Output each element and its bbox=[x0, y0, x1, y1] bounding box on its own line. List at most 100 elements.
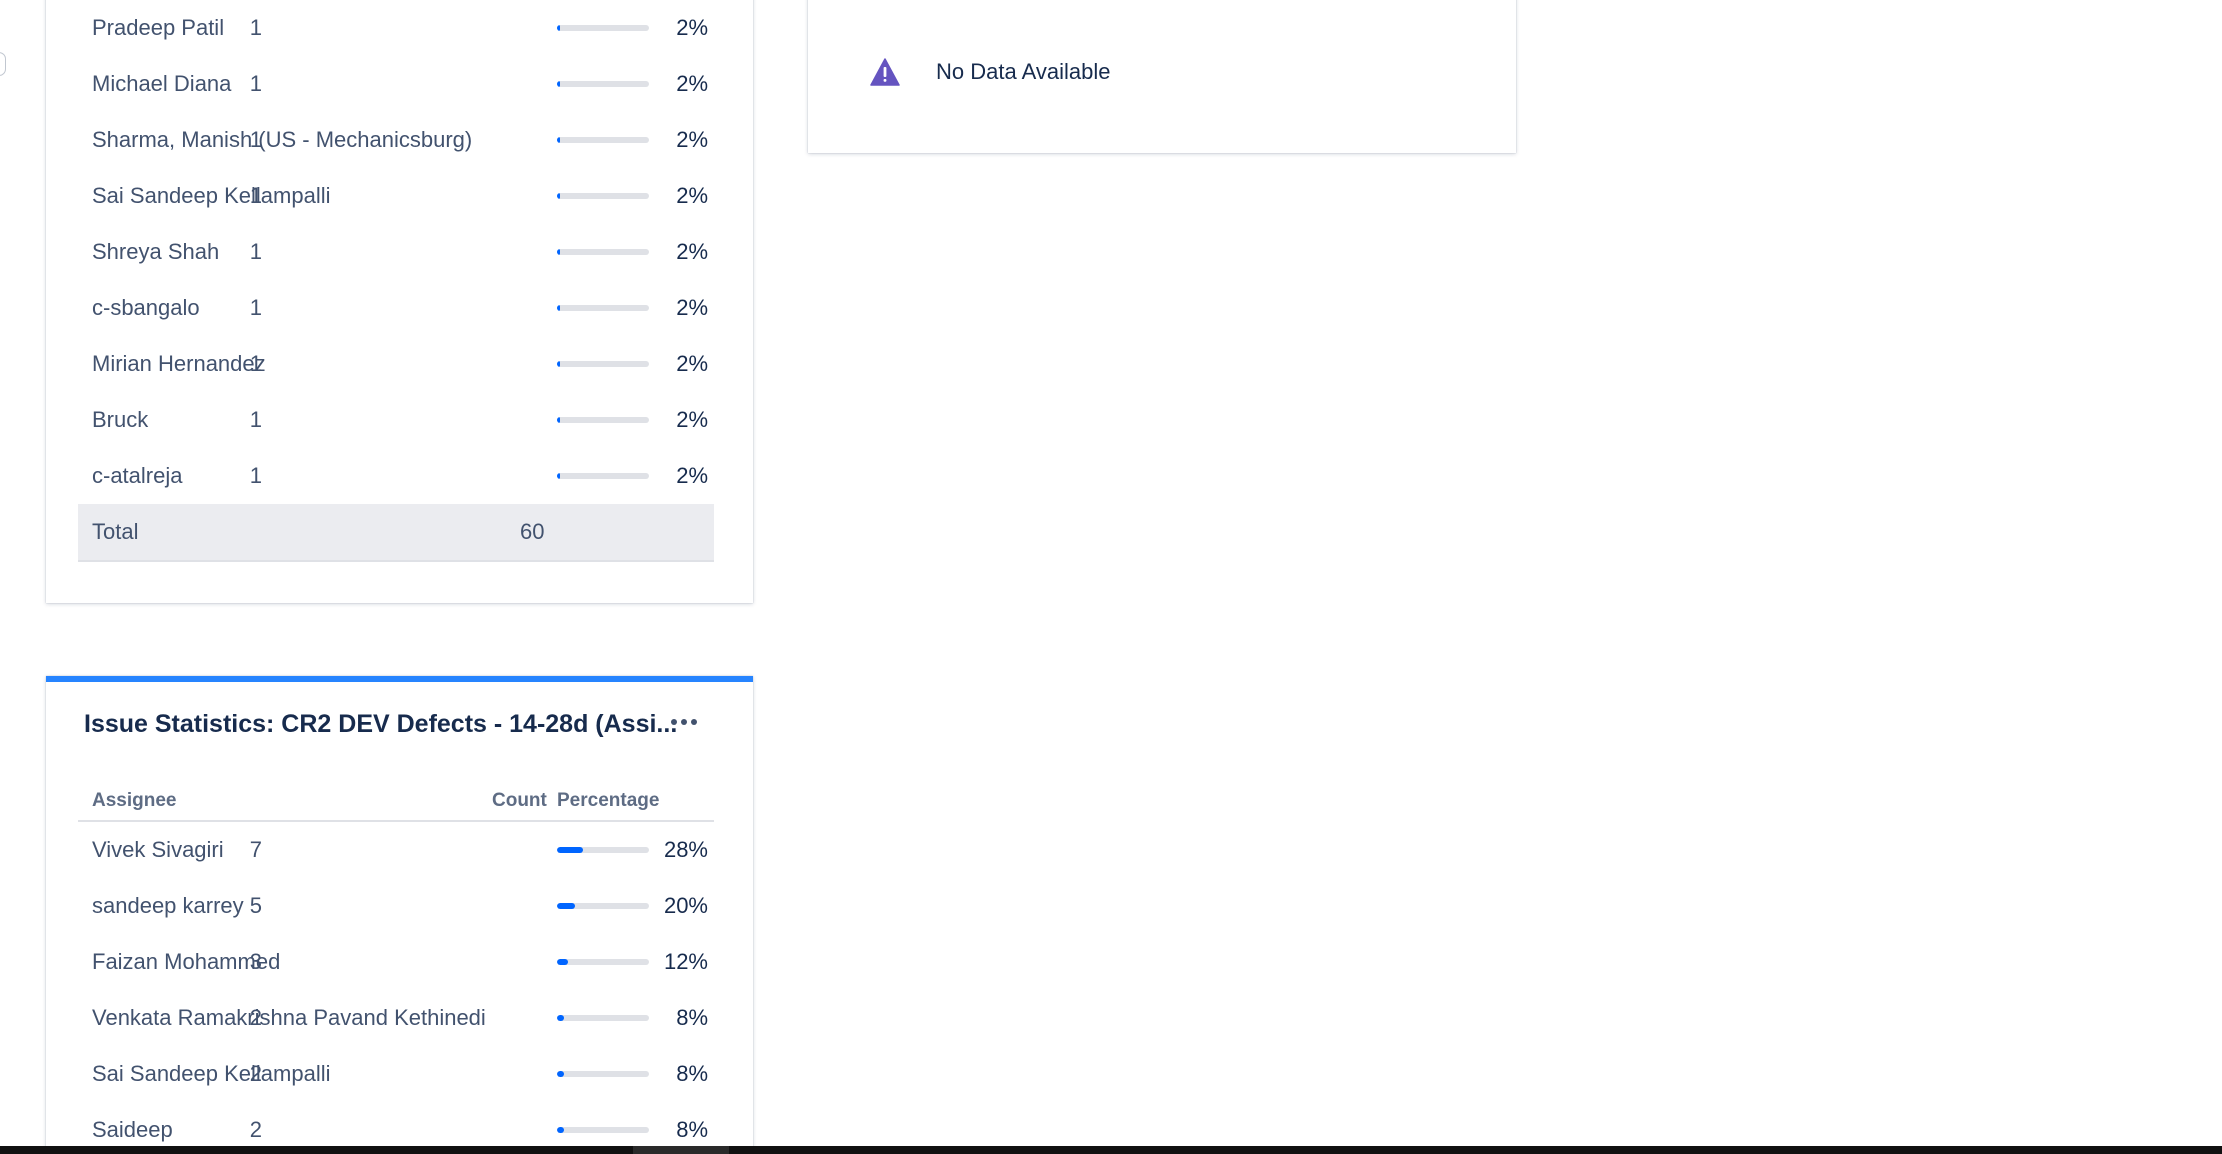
assignee-name[interactable]: Vivek Sivagiri bbox=[92, 837, 224, 863]
percentage-value: 2% bbox=[676, 71, 708, 96]
issue-count[interactable]: 2 bbox=[250, 1117, 262, 1143]
percentage-bar-fill bbox=[557, 81, 560, 87]
percentage-bar bbox=[557, 1127, 649, 1133]
assignee-name[interactable]: Venkata Ramakrishna Pavand Kethinedi bbox=[92, 1005, 486, 1031]
issue-count[interactable]: 1 bbox=[250, 183, 262, 209]
percentage-value: 2% bbox=[676, 183, 708, 208]
assignee-name[interactable]: Sai Sandeep Kellampalli bbox=[92, 1061, 331, 1087]
percentage-bar bbox=[557, 249, 649, 255]
more-actions-icon-dot bbox=[691, 719, 697, 725]
scrollbar-thumb[interactable] bbox=[633, 1146, 729, 1154]
issue-count[interactable]: 5 bbox=[250, 893, 262, 919]
percentage-bar-fill bbox=[557, 193, 560, 199]
percentage-bar bbox=[557, 473, 649, 479]
percentage-bar bbox=[557, 25, 649, 31]
assignee-name[interactable]: Bruck bbox=[92, 407, 148, 433]
sidebar-collapse-handle[interactable] bbox=[0, 52, 6, 76]
no-data-text: No Data Available bbox=[936, 59, 1111, 84]
issue-count[interactable]: 1 bbox=[250, 463, 262, 489]
percentage-bar bbox=[557, 1015, 649, 1021]
percentage-bar-fill bbox=[557, 361, 560, 367]
issue-count[interactable]: 1 bbox=[250, 15, 262, 41]
assignee-name[interactable]: Michael Diana bbox=[92, 71, 231, 97]
table-row: Faizan Mohammed 3 12% bbox=[78, 934, 714, 990]
percentage-bar-fill bbox=[557, 1015, 565, 1021]
no-data-message: No Data Available bbox=[870, 58, 1111, 86]
percentage-value: 8% bbox=[676, 1117, 708, 1142]
percentage-bar bbox=[557, 903, 649, 909]
column-header-count[interactable]: Count bbox=[492, 790, 547, 812]
table-row: Sharma, Manish (US - Mechanicsburg) 1 2% bbox=[78, 112, 714, 168]
more-actions-button[interactable] bbox=[664, 704, 704, 740]
percentage-bar bbox=[557, 81, 649, 87]
total-count: 60 bbox=[520, 519, 545, 544]
percentage-bar-fill bbox=[557, 1127, 565, 1133]
total-label: Total bbox=[92, 519, 139, 544]
assignee-name[interactable]: Mirian Hernandez bbox=[92, 351, 266, 377]
assignee-name[interactable]: Sai Sandeep Kellampalli bbox=[92, 183, 331, 209]
stats-table-cr2: Assignee Count Percentage Vivek Sivagiri… bbox=[78, 774, 714, 1154]
stats-table-body: Pradeep Patil 1 2% Michael Diana 1 2% Sharma, … bbox=[78, 0, 714, 504]
assignee-name[interactable]: Saideep bbox=[92, 1117, 173, 1143]
percentage-bar bbox=[557, 1071, 649, 1077]
assignee-name[interactable]: sandeep karrey bbox=[92, 893, 244, 919]
table-row: sandeep karrey 5 20% bbox=[78, 878, 714, 934]
issue-count[interactable]: 3 bbox=[250, 949, 262, 975]
assignee-name[interactable]: Pradeep Patil bbox=[92, 15, 224, 41]
warning-icon bbox=[870, 58, 900, 86]
percentage-bar-fill bbox=[557, 847, 583, 853]
percentage-value: 2% bbox=[676, 15, 708, 40]
horizontal-scrollbar[interactable] bbox=[0, 1146, 2222, 1154]
issue-statistics-gadget-top: Pradeep Patil 1 2% Michael Diana 1 2% Sharma, … bbox=[46, 0, 753, 603]
percentage-bar bbox=[557, 137, 649, 143]
issue-count[interactable]: 7 bbox=[250, 837, 262, 863]
total-row: Total 60 bbox=[78, 504, 714, 562]
percentage-value: 28% bbox=[663, 837, 708, 862]
percentage-bar-fill bbox=[557, 417, 560, 423]
assignee-name[interactable]: Shreya Shah bbox=[92, 239, 219, 265]
issue-count[interactable]: 1 bbox=[250, 407, 262, 433]
issue-count[interactable]: 1 bbox=[250, 127, 262, 153]
percentage-value: 8% bbox=[676, 1061, 708, 1086]
table-header: Assignee Count Percentage bbox=[78, 774, 714, 822]
table-row: Vivek Sivagiri 7 28% bbox=[78, 822, 714, 878]
percentage-value: 2% bbox=[676, 239, 708, 264]
issue-count[interactable]: 2 bbox=[250, 1061, 262, 1087]
percentage-bar-fill bbox=[557, 249, 560, 255]
percentage-value: 20% bbox=[663, 893, 708, 918]
column-header-percentage[interactable]: Percentage bbox=[557, 790, 659, 812]
percentage-bar-fill bbox=[557, 473, 560, 479]
column-header-assignee[interactable]: Assignee bbox=[92, 790, 176, 812]
table-row: Shreya Shah 1 2% bbox=[78, 224, 714, 280]
table-row: Mirian Hernandez 1 2% bbox=[78, 336, 714, 392]
no-data-gadget: No Data Available bbox=[808, 0, 1516, 153]
percentage-bar bbox=[557, 361, 649, 367]
table-row: c-sbangalo 1 2% bbox=[78, 280, 714, 336]
percentage-bar bbox=[557, 417, 649, 423]
table-row: Sai Sandeep Kellampalli 2 8% bbox=[78, 1046, 714, 1102]
assignee-name[interactable]: c-sbangalo bbox=[92, 295, 200, 321]
percentage-value: 2% bbox=[676, 463, 708, 488]
percentage-bar-fill bbox=[557, 25, 560, 31]
issue-count[interactable]: 1 bbox=[250, 295, 262, 321]
percentage-value: 2% bbox=[676, 295, 708, 320]
issue-statistics-gadget-cr2: Issue Statistics: CR2 DEV Defects - 14-2… bbox=[46, 676, 753, 1154]
stats-table-body: Vivek Sivagiri 7 28% sandeep karrey 5 20% Faiz… bbox=[78, 822, 714, 1154]
percentage-bar bbox=[557, 847, 649, 853]
more-actions-icon-dot bbox=[681, 719, 687, 725]
issue-count[interactable]: 1 bbox=[250, 71, 262, 97]
issue-count[interactable]: 1 bbox=[250, 239, 262, 265]
issue-count[interactable]: 1 bbox=[250, 351, 262, 377]
percentage-bar bbox=[557, 305, 649, 311]
assignee-name[interactable]: c-atalreja bbox=[92, 463, 182, 489]
percentage-value: 12% bbox=[663, 949, 708, 974]
table-row: Sai Sandeep Kellampalli 1 2% bbox=[78, 168, 714, 224]
table-row: c-atalreja 1 2% bbox=[78, 448, 714, 504]
stats-table-top: Pradeep Patil 1 2% Michael Diana 1 2% Sharma, … bbox=[78, 0, 714, 562]
issue-count[interactable]: 2 bbox=[250, 1005, 262, 1031]
dashboard-page: Pradeep Patil 1 2% Michael Diana 1 2% Sharma, … bbox=[0, 0, 2222, 1154]
gadget-title[interactable]: Issue Statistics: CR2 DEV Defects - 14-2… bbox=[84, 710, 677, 739]
assignee-name[interactable]: Sharma, Manish (US - Mechanicsburg) bbox=[92, 127, 472, 153]
percentage-bar bbox=[557, 959, 649, 965]
percentage-value: 2% bbox=[676, 351, 708, 376]
